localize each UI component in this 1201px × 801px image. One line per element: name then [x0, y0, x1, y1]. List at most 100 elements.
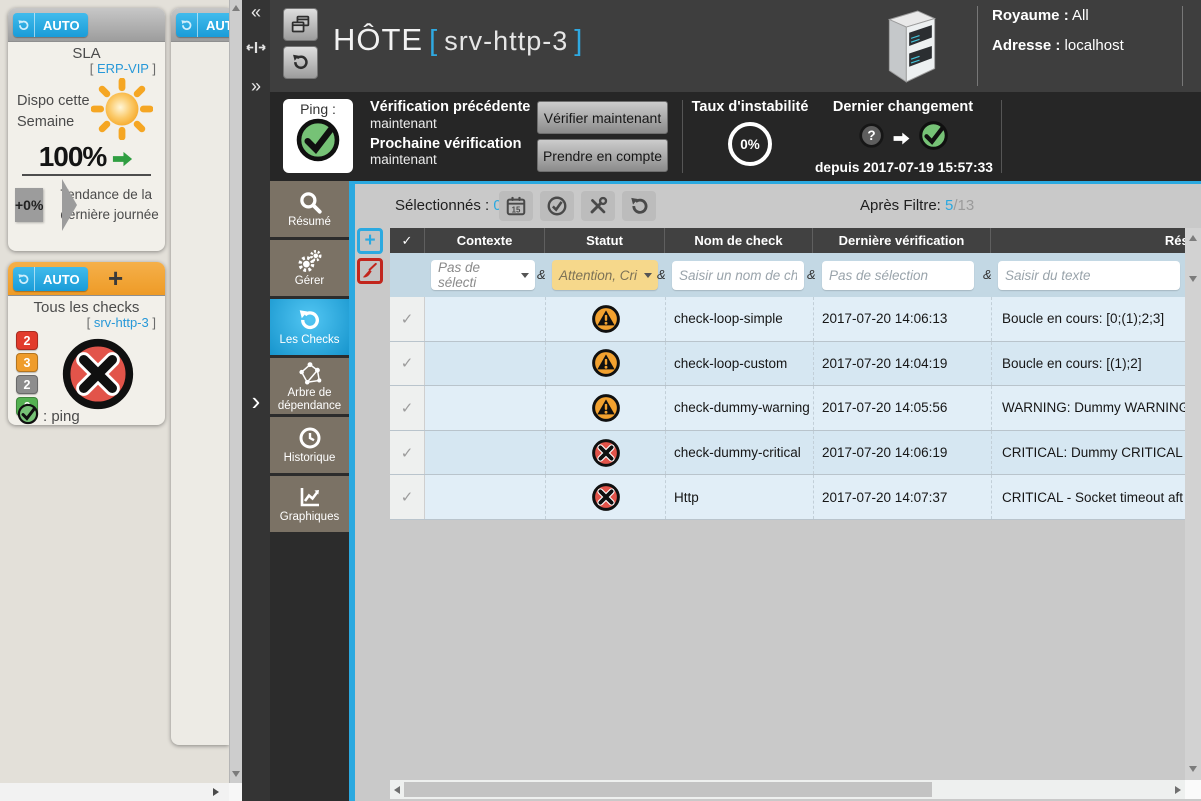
sla-auto-button[interactable]: AUTO: [13, 13, 88, 37]
fix-button[interactable]: [581, 191, 615, 221]
select-all-icon[interactable]: ✓: [390, 228, 425, 253]
column-derniere-verification[interactable]: Dernière vérification: [813, 228, 991, 253]
critical-icon: [38, 336, 157, 412]
recheck-button[interactable]: [622, 191, 656, 221]
column-statut[interactable]: Statut: [545, 228, 665, 253]
status-bar: Ping : Vérification précédente maintenan…: [270, 92, 1201, 181]
scroll-right-icon[interactable]: [1175, 786, 1181, 794]
last-check-cell: 2017-07-20 14:06:13: [813, 297, 991, 341]
row-select-cell[interactable]: ✓: [390, 475, 425, 519]
table-row[interactable]: ✓ check-dummy-warning 2017-07-20 14:05:5…: [390, 386, 1185, 431]
checks-auto-button[interactable]: AUTO: [13, 267, 88, 291]
unknown-icon: [858, 122, 885, 154]
schedule-button[interactable]: [499, 191, 533, 221]
sidebar-horizontal-scrollbar[interactable]: [0, 783, 229, 801]
main-panel: HÔTE[srv-http-3] Royaume : All Adresse :…: [270, 0, 1201, 801]
tab-graphiques[interactable]: Graphiques: [270, 476, 349, 532]
refresh-button[interactable]: [283, 46, 318, 79]
scroll-down-icon[interactable]: [232, 771, 240, 777]
after-filter-count: Après Filtre: 5/13: [860, 197, 974, 214]
checks-link[interactable]: [ srv-http-3 ]: [8, 315, 165, 330]
contexte-filter-select[interactable]: Pas de sélecti: [431, 260, 535, 290]
row-select-cell[interactable]: ✓: [390, 297, 425, 341]
scroll-up-icon[interactable]: [232, 5, 240, 11]
table-row[interactable]: ✓ check-loop-simple 2017-07-20 14:06:13 …: [390, 297, 1185, 342]
checks-title: Tous les checks: [8, 299, 165, 316]
scroll-right-icon[interactable]: [213, 788, 219, 796]
critical-icon: [591, 482, 621, 512]
add-widget-icon[interactable]: +: [108, 263, 123, 294]
tab-arbre-dependance[interactable]: Arbre de dépendance: [270, 358, 349, 414]
sla-widget-header: AUTO: [8, 8, 165, 42]
table-vertical-scrollbar[interactable]: [1185, 228, 1201, 780]
tab-resume[interactable]: Résumé: [270, 181, 349, 237]
table-row[interactable]: ✓ check-dummy-critical 2017-07-20 14:06:…: [390, 431, 1185, 476]
verification-filter-input[interactable]: [822, 261, 974, 290]
scroll-down-icon[interactable]: [1189, 276, 1197, 282]
warning-icon: [591, 304, 621, 334]
check-name-filter-input[interactable]: [672, 261, 804, 290]
add-filter-button[interactable]: +: [357, 228, 383, 254]
table-horizontal-scrollbar[interactable]: [390, 780, 1185, 799]
windows-button[interactable]: [283, 8, 318, 41]
tab-historique[interactable]: Historique: [270, 417, 349, 473]
sla-link[interactable]: [ ERP-VIP ]: [8, 61, 165, 76]
status-cell: [545, 297, 665, 341]
sla-title: SLA: [8, 45, 165, 62]
ok-icon: [295, 150, 341, 166]
clear-filter-button[interactable]: [357, 258, 383, 284]
result-cell: WARNING: Dummy WARNING: [991, 386, 1185, 430]
host-header: HÔTE[srv-http-3] Royaume : All Adresse :…: [270, 0, 1201, 92]
resize-handle-icon[interactable]: [242, 40, 270, 60]
acknowledge-button[interactable]: Prendre en compte: [537, 139, 668, 172]
table-row[interactable]: ✓ check-loop-custom 2017-07-20 14:04:19 …: [390, 342, 1185, 387]
checks-widget: AUTO + Tous les checks [ srv-http-3 ] 2 …: [8, 262, 165, 425]
contexte-cell: [425, 475, 545, 519]
tab-les-checks[interactable]: Les Checks: [270, 299, 349, 355]
partial-widget-header: AUT: [171, 8, 229, 42]
host-tabs-nav: Résumé Gérer Les Checks Arbre de dépenda…: [270, 181, 349, 801]
row-select-cell[interactable]: ✓: [390, 386, 425, 430]
address-label: Adresse :: [992, 37, 1060, 54]
partial-auto-button[interactable]: AUT: [176, 13, 229, 37]
contexte-cell: [425, 386, 545, 430]
column-nom-de-check[interactable]: Nom de check: [665, 228, 813, 253]
row-select-cell[interactable]: ✓: [390, 342, 425, 386]
check-now-button[interactable]: Vérifier maintenant: [537, 101, 668, 134]
column-contexte[interactable]: Contexte: [425, 228, 545, 253]
sidebar-vertical-scrollbar[interactable]: [229, 0, 242, 783]
scroll-down-icon[interactable]: [1189, 766, 1197, 772]
scrollbar-corner: [1185, 780, 1201, 799]
last-check-cell: 2017-07-20 14:04:19: [813, 342, 991, 386]
acknowledge-selection-button[interactable]: [540, 191, 574, 221]
refresh-icon: [13, 267, 35, 291]
refresh-icon: [176, 13, 198, 37]
result-filter-input[interactable]: [998, 261, 1180, 290]
result-cell: Boucle en cours: [(1);2]: [991, 342, 1185, 386]
panel-strip: « » ›: [242, 0, 270, 801]
warning-count-badge: 3: [16, 353, 38, 372]
undo-icon: [297, 307, 322, 333]
checks-widget-header: AUTO +: [8, 262, 165, 296]
scrollbar-thumb[interactable]: [404, 782, 932, 797]
trend-arrow-icon: +0%: [15, 188, 43, 222]
ping-status-tile[interactable]: Ping :: [283, 99, 353, 173]
table-row[interactable]: ✓ Http 2017-07-20 14:07:37 CRITICAL - So…: [390, 475, 1185, 520]
server-icon: [878, 5, 946, 90]
and-operator: &: [983, 267, 992, 282]
warning-icon: [591, 393, 621, 423]
statut-filter-select[interactable]: Attention, Cri: [552, 260, 658, 290]
sla-value: 100%: [8, 141, 165, 173]
collapse-sidebar-icon[interactable]: «: [242, 2, 270, 23]
column-resultat[interactable]: Résultat: [991, 228, 1185, 253]
expand-sidebar-icon[interactable]: »: [242, 76, 270, 97]
tab-gerer[interactable]: Gérer: [270, 240, 349, 296]
row-select-cell[interactable]: ✓: [390, 431, 425, 475]
check-name-cell: Http: [665, 475, 813, 519]
scroll-up-icon[interactable]: [1189, 235, 1197, 241]
divider: [977, 6, 978, 86]
scroll-left-icon[interactable]: [394, 786, 400, 794]
previous-check-value: maintenant: [370, 116, 538, 131]
chevron-right-icon[interactable]: ›: [242, 386, 270, 417]
last-check-cell: 2017-07-20 14:05:56: [813, 386, 991, 430]
